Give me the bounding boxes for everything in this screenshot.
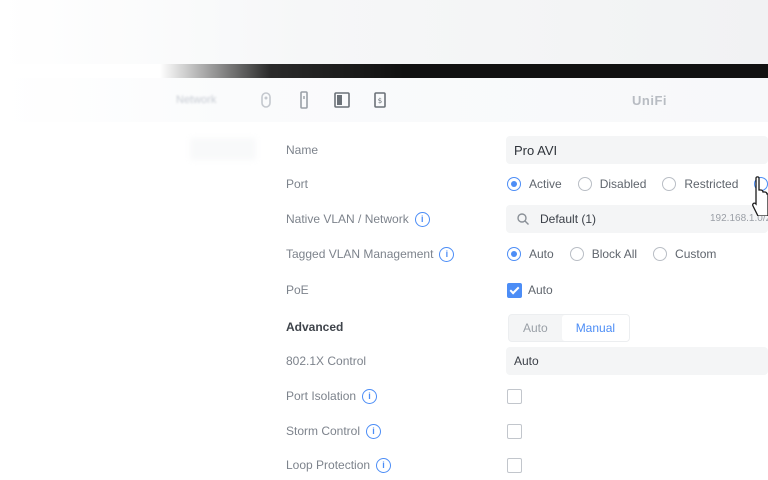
name-input-value: Pro AVI [514,142,558,158]
loop-protection-checkbox[interactable] [507,458,522,473]
advanced-toggle: Auto Manual [508,314,631,342]
switch-icon[interactable] [294,90,314,110]
dot1x-value: Auto [514,354,539,368]
port-isolation-checkbox[interactable] [507,389,522,404]
doc-icon[interactable]: $ [370,90,390,110]
hand-cursor-icon [752,176,768,216]
info-icon[interactable]: i [439,246,455,262]
backdrop [0,0,768,64]
port-label: Port [286,177,309,191]
tagged-vlan-radio-group: Auto Block All Custom [507,245,732,263]
tagged-vlan-label: Tagged VLAN Management i [286,245,455,263]
port-option-active[interactable]: Active [507,177,562,191]
radio-icon[interactable] [569,247,584,261]
search-icon [517,213,529,225]
device-icon[interactable] [256,90,276,110]
storm-control-checkbox[interactable] [507,424,522,439]
nav-network-text[interactable]: Network [176,94,216,106]
radio-icon[interactable] [653,247,668,261]
tagged-option-auto[interactable]: Auto [507,247,554,261]
info-icon[interactable]: i [414,211,430,227]
name-input[interactable]: Pro AVI [506,136,768,164]
sidebar-ghost [190,138,256,160]
advanced-label: Advanced [286,320,344,334]
port-option-restricted[interactable]: Restricted [662,177,738,191]
dot1x-label: 802.1X Control [286,354,367,368]
info-icon[interactable]: i [362,388,378,404]
svg-text:$: $ [378,97,382,105]
name-label: Name [286,143,319,157]
radio-icon[interactable] [577,177,592,191]
tagged-option-custom[interactable]: Custom [653,247,716,261]
info-icon[interactable]: i [376,457,392,473]
ports-icon[interactable] [332,90,352,110]
radio-icon[interactable] [507,247,521,261]
poe-value: Auto [528,283,553,297]
radio-icon[interactable] [662,177,677,191]
dot1x-select[interactable]: Auto [506,347,768,375]
native-vlan-label: Native VLAN / Network i [286,210,430,228]
port-option-disabled[interactable]: Disabled [577,177,646,191]
loop-protection-label: Loop Protection i [286,456,392,474]
brand-logo: UniFi [632,93,667,108]
poe-label: PoE [286,283,309,297]
advanced-manual-tab[interactable]: Manual [561,315,630,341]
radio-icon[interactable] [507,177,521,191]
native-vlan-value: Default (1) [540,212,597,226]
info-icon[interactable]: i [366,423,382,439]
tagged-option-block-all[interactable]: Block All [569,247,637,261]
port-radio-group: Active Disabled Restricted E [507,175,768,193]
device-bezel [160,64,768,78]
poe-checkbox[interactable] [507,283,522,298]
port-isolation-label: Port Isolation i [286,387,378,405]
storm-control-label: Storm Control i [286,422,382,440]
advanced-auto-tab[interactable]: Auto [509,315,562,341]
